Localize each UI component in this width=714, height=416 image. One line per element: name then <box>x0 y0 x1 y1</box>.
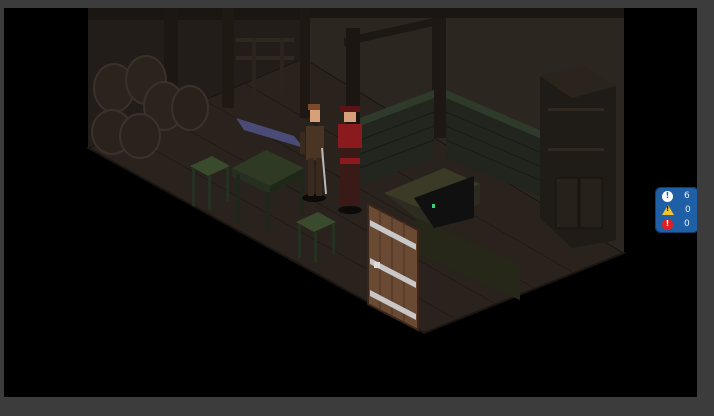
console-error-row[interactable]: ! 0 <box>655 217 697 231</box>
wooden-post <box>432 18 446 138</box>
game-viewport[interactable]: ! 6 0 ! 0 <box>4 8 697 397</box>
isometric-room <box>85 8 627 335</box>
console-info-row[interactable]: ! 6 <box>655 189 697 203</box>
wooden-post <box>300 8 310 118</box>
error-icon: ! <box>662 218 673 230</box>
wooden-post <box>222 8 234 108</box>
error-count: 0 <box>684 219 690 229</box>
console-warning-row[interactable]: 0 <box>655 203 697 217</box>
warning-icon <box>662 205 674 215</box>
warning-count: 0 <box>685 205 691 215</box>
game-window: ! 6 0 ! 0 <box>0 0 714 416</box>
info-icon: ! <box>662 190 673 202</box>
debug-console-panel[interactable]: ! 6 0 ! 0 <box>655 187 697 233</box>
info-count: 6 <box>684 191 690 201</box>
cabinet <box>540 66 616 248</box>
